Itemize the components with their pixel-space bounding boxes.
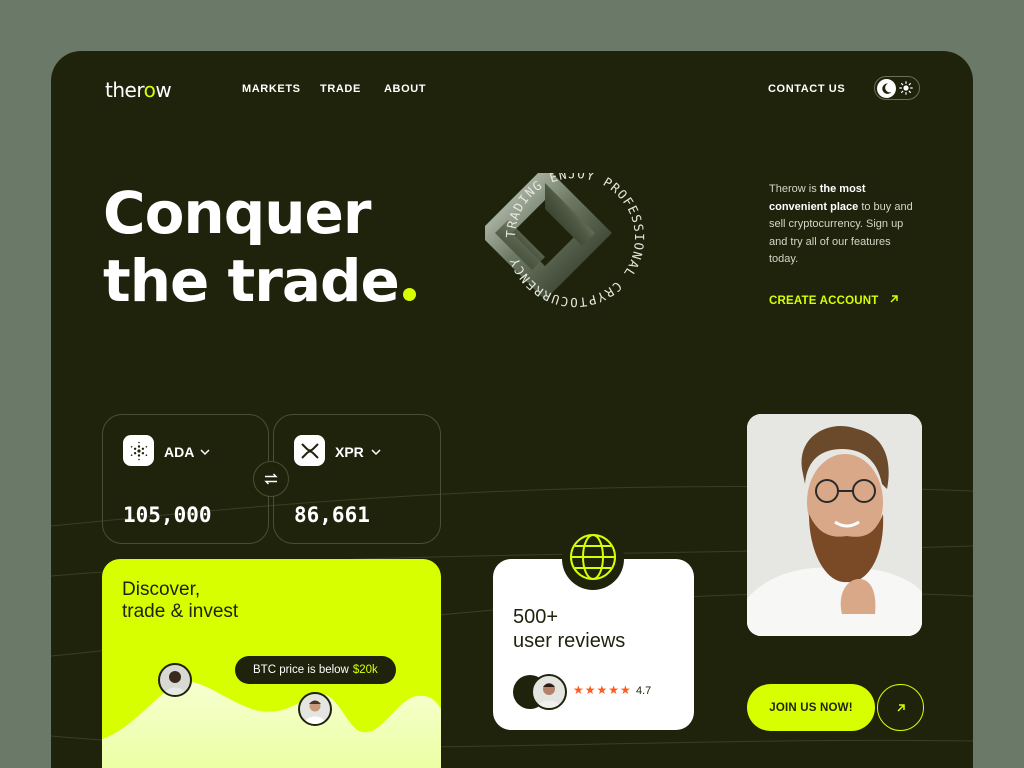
exchange-from-card[interactable]: ADA 105,000 bbox=[102, 414, 269, 544]
avatar bbox=[298, 692, 332, 726]
chevron-down-icon bbox=[200, 449, 210, 456]
nav-trade[interactable]: TRADE bbox=[320, 83, 361, 95]
arrow-up-right-icon bbox=[896, 703, 905, 712]
to-amount: 86,661 bbox=[294, 503, 370, 527]
discover-card: Discover, trade & invest BTC price is be… bbox=[102, 559, 441, 768]
hero-description: Therow is the most convenient place to b… bbox=[769, 183, 913, 265]
create-account-link[interactable]: CREATE ACCOUNT bbox=[769, 293, 900, 307]
price-alert-tooltip: BTC price is below $20k bbox=[235, 656, 396, 684]
rating-value: 4.7 bbox=[636, 685, 652, 697]
theme-toggle[interactable] bbox=[874, 76, 920, 100]
hero-headline: Conquer the trade bbox=[103, 179, 416, 315]
from-amount: 105,000 bbox=[123, 503, 212, 527]
join-arrow-button[interactable] bbox=[877, 684, 924, 731]
swap-button[interactable] bbox=[253, 461, 289, 497]
arrow-up-right-icon bbox=[890, 295, 898, 303]
logo[interactable]: therow bbox=[105, 78, 172, 102]
exchange-to-card[interactable]: XPR 86,661 bbox=[273, 414, 441, 544]
sun-icon bbox=[899, 81, 913, 95]
nav-about[interactable]: ABOUT bbox=[384, 83, 426, 95]
moon-icon bbox=[877, 78, 896, 98]
reviews-title: 500+ user reviews bbox=[513, 605, 625, 653]
nav-markets[interactable]: MARKETS bbox=[242, 83, 301, 95]
avatar bbox=[158, 663, 192, 697]
swap-arrows-icon bbox=[264, 473, 278, 485]
accent-dot bbox=[402, 288, 416, 301]
cardano-icon bbox=[123, 435, 154, 466]
discover-title: Discover, trade & invest bbox=[122, 579, 239, 622]
globe-icon bbox=[570, 534, 616, 580]
join-button[interactable]: JOIN US NOW! bbox=[747, 684, 875, 731]
to-coin-name: XPR bbox=[335, 444, 364, 460]
headline-line-2: the trade bbox=[103, 247, 400, 315]
chevron-down-icon bbox=[371, 449, 381, 456]
avatar bbox=[531, 674, 567, 710]
user-photo bbox=[747, 414, 922, 636]
headline-line-1: Conquer bbox=[103, 179, 371, 247]
reviews-count: 500+ bbox=[513, 606, 559, 628]
area-graph bbox=[102, 681, 441, 768]
from-coin-name: ADA bbox=[164, 444, 195, 460]
globe-badge bbox=[562, 528, 624, 590]
xrp-icon bbox=[294, 435, 325, 466]
star-rating-icons: ★★★★★ bbox=[573, 683, 632, 697]
hero-graphic: TRADING ENJOY PROFESSIONAL CRYPTOCURRENC… bbox=[485, 173, 646, 310]
main-panel: therow MARKETS TRADE ABOUT CONTACT US Co… bbox=[51, 51, 973, 768]
nav-contact[interactable]: CONTACT US bbox=[768, 83, 845, 95]
reviews-label: user reviews bbox=[513, 630, 626, 652]
